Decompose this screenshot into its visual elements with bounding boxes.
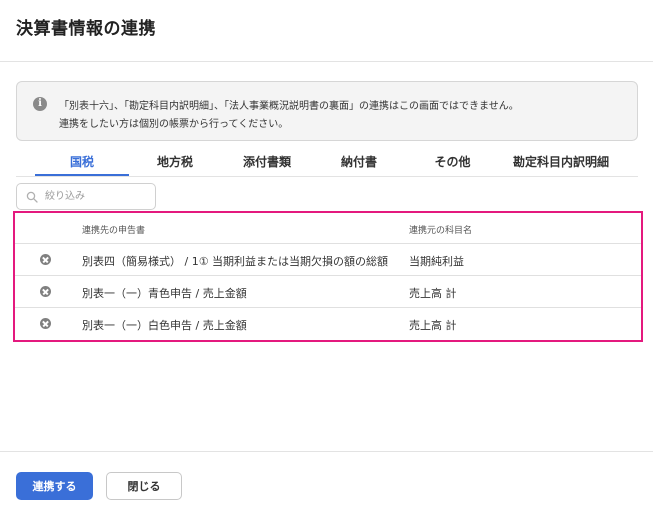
link-button[interactable]: 連携する xyxy=(16,472,93,500)
remove-circle-icon[interactable] xyxy=(40,318,51,329)
table-header: 連携先の申告書 連携元の科目名 xyxy=(15,213,641,244)
tab-national-tax[interactable]: 国税 xyxy=(35,150,129,176)
search-icon xyxy=(26,191,38,203)
remove-circle-icon[interactable] xyxy=(40,254,51,265)
link-table: 連携先の申告書 連携元の科目名 別表四（簡易様式） / 1① 当期利益または当期… xyxy=(13,211,643,342)
info-icon: i xyxy=(33,97,47,111)
row-source: 売上高 計 xyxy=(409,319,457,332)
close-button[interactable]: 閉じる xyxy=(106,472,182,500)
row-source: 売上高 計 xyxy=(409,287,457,300)
table-row: 別表一（一）青色申告 / 売上金額 売上高 計 xyxy=(15,276,641,308)
remove-circle-icon[interactable] xyxy=(40,286,51,297)
tab-account-details[interactable]: 勘定科目内訳明細 xyxy=(500,150,622,176)
tab-bar: 国税 地方税 添付書類 納付書 その他 勘定科目内訳明細 xyxy=(16,150,638,177)
footer-divider xyxy=(0,451,653,452)
header-divider xyxy=(0,61,653,62)
search-box xyxy=(16,183,156,210)
table-row: 別表一（一）白色申告 / 売上金額 売上高 計 xyxy=(15,308,641,339)
tab-other[interactable]: その他 xyxy=(405,150,500,176)
dialog-title: 決算書情報の連携 xyxy=(16,19,156,39)
tab-payment-slip[interactable]: 納付書 xyxy=(313,150,405,176)
column-header-target: 連携先の申告書 xyxy=(82,226,146,236)
row-source: 当期純利益 xyxy=(409,255,464,268)
info-notice: i 「別表十六」、「勘定科目内訳明細」、「法人事業概況説明書の裏面」の連携はこの… xyxy=(16,81,638,141)
notice-text-line-1: 「別表十六」、「勘定科目内訳明細」、「法人事業概況説明書の裏面」の連携はこの画面… xyxy=(59,101,519,112)
tab-attachments[interactable]: 添付書類 xyxy=(221,150,313,176)
row-target: 別表一（一）白色申告 / 売上金額 xyxy=(82,319,247,332)
table-row: 別表四（簡易様式） / 1① 当期利益または当期欠損の額の総額 当期純利益 xyxy=(15,244,641,276)
column-header-source: 連携元の科目名 xyxy=(409,226,473,236)
row-target: 別表一（一）青色申告 / 売上金額 xyxy=(82,287,247,300)
row-target: 別表四（簡易様式） / 1① 当期利益または当期欠損の額の総額 xyxy=(82,255,389,268)
tab-local-tax[interactable]: 地方税 xyxy=(129,150,221,176)
search-input[interactable] xyxy=(45,188,149,205)
notice-text-line-2: 連携をしたい方は個別の帳票から行ってください。 xyxy=(59,119,289,130)
